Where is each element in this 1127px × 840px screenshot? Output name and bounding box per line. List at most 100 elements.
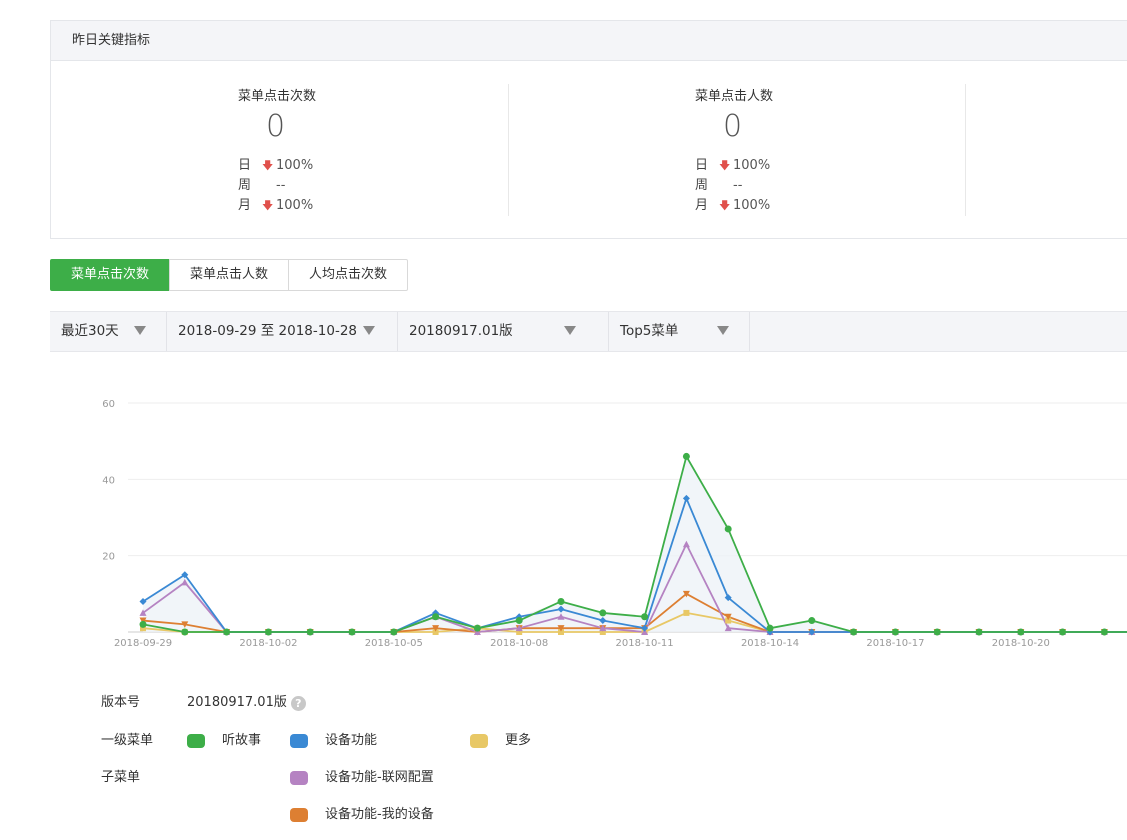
x-tick-label: 2018-10-02 bbox=[239, 638, 297, 649]
trend-row-day: 日 🡇 100% bbox=[695, 156, 770, 176]
arrow-down-icon: 🡇 bbox=[262, 159, 274, 172]
trend-label: 月 bbox=[238, 198, 252, 213]
metric-title: 菜单点击次数 bbox=[238, 89, 317, 104]
x-tick-label: 2018-10-17 bbox=[866, 638, 924, 649]
arrow-down-icon: 🡇 bbox=[262, 199, 274, 212]
legend-item-label: 更多 bbox=[505, 733, 532, 748]
legend-item-label: 设备功能-我的设备 bbox=[325, 807, 434, 822]
y-tick-label: 60 bbox=[102, 399, 115, 410]
data-point bbox=[432, 613, 440, 621]
legend-item-gushi[interactable]: 听故事 bbox=[187, 731, 261, 751]
legend-item-lianwang[interactable]: 设备功能-联网配置 bbox=[290, 768, 434, 788]
top-menu-value: Top5菜单 bbox=[620, 323, 679, 339]
version-select[interactable]: 20180917.01版 bbox=[398, 312, 609, 351]
arrow-down-icon: 🡇 bbox=[719, 159, 731, 172]
data-point bbox=[641, 613, 649, 621]
metric-user-count: 菜单点击人数 0 日 🡇 100% 周 -- 月 🡇 100% bbox=[508, 61, 965, 239]
key-metrics-header: 昨日关键指标 bbox=[51, 21, 1127, 61]
data-point bbox=[975, 628, 983, 636]
sub-label: 子菜单 bbox=[101, 770, 141, 785]
x-tick-label: 2018-09-29 bbox=[114, 638, 172, 649]
tab-avg-click[interactable]: 人均点击次数 bbox=[288, 259, 409, 291]
legend-swatch bbox=[290, 734, 308, 748]
data-point bbox=[682, 452, 690, 460]
metric-trend-list: 日 🡇 100% 周 -- 月 🡇 100% bbox=[238, 156, 313, 216]
trend-value: -- bbox=[276, 178, 286, 193]
x-tick-label: 2018-10-05 bbox=[365, 638, 423, 649]
legend-swatch bbox=[290, 808, 308, 822]
arrow-down-icon: 🡇 bbox=[719, 199, 731, 212]
metric-divider bbox=[508, 84, 509, 216]
legend-item-shebei[interactable]: 设备功能 bbox=[290, 731, 377, 751]
y-tick-label: 40 bbox=[102, 475, 115, 486]
metric-divider bbox=[965, 84, 966, 216]
trend-value: -- bbox=[733, 178, 743, 193]
data-point bbox=[1100, 628, 1108, 636]
key-metrics-panel: 昨日关键指标 菜单点击次数 0 日 🡇 100% 周 -- 月 🡇 100% 菜… bbox=[50, 20, 1127, 239]
range-select[interactable]: 最近30天 bbox=[50, 312, 167, 351]
data-point bbox=[139, 620, 147, 628]
legend-swatch bbox=[470, 734, 488, 748]
metric-tabs: 菜单点击次数 菜单点击人数 人均点击次数 bbox=[50, 259, 409, 291]
x-tick-label: 2018-10-20 bbox=[992, 638, 1050, 649]
data-point bbox=[223, 628, 231, 636]
x-tick-label: 2018-10-11 bbox=[616, 638, 674, 649]
level1-label: 一级菜单 bbox=[101, 733, 154, 748]
legend-item-label: 设备功能-联网配置 bbox=[325, 770, 434, 785]
tab-click-count[interactable]: 菜单点击次数 bbox=[50, 259, 171, 291]
data-point bbox=[181, 628, 189, 636]
legend-item-label: 设备功能 bbox=[325, 733, 378, 748]
trend-row-month: 月 🡇 100% bbox=[695, 196, 770, 216]
x-tick-label: 2018-10-08 bbox=[490, 638, 548, 649]
version-label: 版本号 bbox=[101, 695, 141, 710]
data-point bbox=[390, 628, 398, 636]
metric-trend-list: 日 🡇 100% 周 -- 月 🡇 100% bbox=[695, 156, 770, 216]
data-point bbox=[891, 628, 899, 636]
legend-swatch bbox=[187, 734, 205, 748]
trend-row-week: 周 -- bbox=[238, 176, 313, 196]
filter-bar: 最近30天 2018-09-29 至 2018-10-28 20180917.0… bbox=[50, 311, 1127, 352]
area-fill bbox=[143, 456, 1127, 632]
tab-user-count[interactable]: 菜单点击人数 bbox=[169, 259, 290, 291]
caret-down-icon bbox=[363, 326, 375, 335]
caret-down-icon bbox=[564, 326, 576, 335]
data-point bbox=[1017, 628, 1025, 636]
y-tick-label: 20 bbox=[102, 552, 115, 563]
date-range-value: 2018-09-29 至 2018-10-28 bbox=[178, 323, 357, 339]
trend-value: 100% bbox=[733, 198, 771, 213]
legend-swatch bbox=[290, 771, 308, 785]
trend-label: 日 bbox=[695, 158, 709, 173]
legend-item-label: 听故事 bbox=[222, 733, 262, 748]
version-select-value: 20180917.01版 bbox=[409, 323, 513, 339]
trend-row-month: 月 🡇 100% bbox=[238, 196, 313, 216]
legend-item-gengduo[interactable]: 更多 bbox=[470, 731, 531, 751]
data-point bbox=[933, 628, 941, 636]
data-point bbox=[557, 597, 565, 605]
caret-down-icon bbox=[134, 326, 146, 335]
data-point bbox=[599, 609, 607, 617]
version-value: 20180917.01版 bbox=[187, 695, 287, 710]
help-icon[interactable]: ? bbox=[290, 695, 306, 711]
data-point bbox=[306, 628, 314, 636]
data-point bbox=[724, 525, 732, 533]
data-point bbox=[850, 628, 858, 636]
data-point bbox=[264, 628, 272, 636]
trend-value: 100% bbox=[733, 158, 771, 173]
trend-row-week: 周 -- bbox=[695, 176, 770, 196]
metric-value: 0 bbox=[723, 109, 743, 144]
trend-label: 周 bbox=[695, 178, 709, 193]
metric-value: 0 bbox=[266, 109, 286, 144]
data-point bbox=[683, 609, 690, 616]
metric-title: 菜单点击人数 bbox=[695, 89, 774, 104]
trend-label: 日 bbox=[238, 158, 252, 173]
data-point bbox=[766, 624, 774, 632]
legend-item-wode[interactable]: 设备功能-我的设备 bbox=[290, 805, 434, 825]
date-range-select[interactable]: 2018-09-29 至 2018-10-28 bbox=[167, 312, 398, 351]
trend-label: 周 bbox=[238, 178, 252, 193]
x-tick-label: 2018-10-14 bbox=[741, 638, 799, 649]
top-menu-select[interactable]: Top5菜单 bbox=[609, 312, 750, 351]
series-line-1 bbox=[142, 497, 1127, 633]
menu-click-line-chart: 20 40 60 2018-09-29 2018-10-02 2018-10-05 2018… bbox=[102, 399, 1127, 649]
metric-click-count: 菜单点击次数 0 日 🡇 100% 周 -- 月 🡇 100% bbox=[51, 61, 508, 239]
data-point bbox=[348, 628, 356, 636]
